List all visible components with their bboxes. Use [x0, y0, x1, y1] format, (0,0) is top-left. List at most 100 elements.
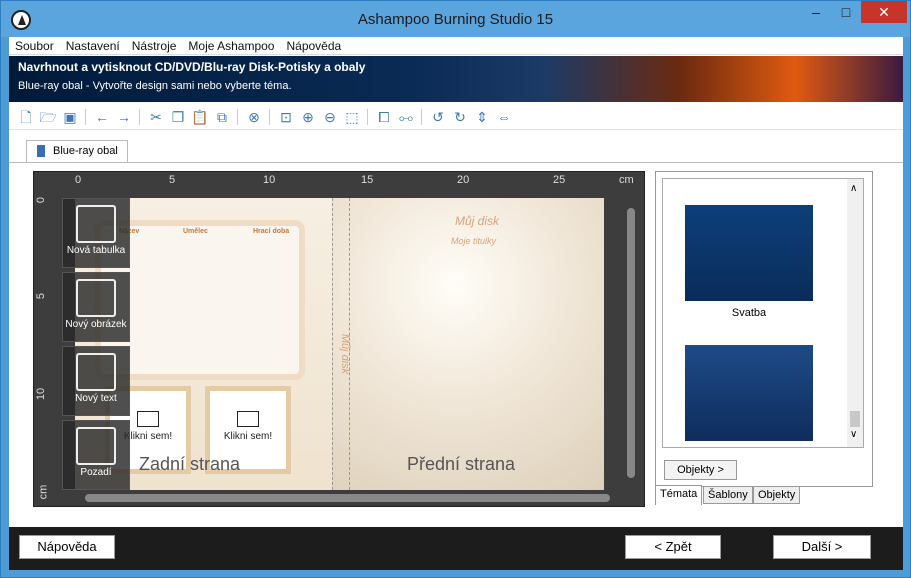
ruler-unit: cm	[37, 484, 50, 500]
send-back-icon[interactable]: ⧟	[397, 108, 415, 126]
rotate-right-icon[interactable]: ↻	[451, 108, 469, 126]
ruler-tick: 20	[457, 174, 470, 186]
background-tool[interactable]: Pozadí	[62, 420, 130, 490]
panel-tabs: Témata Šablony Objekty	[655, 485, 873, 506]
menu-nastroje[interactable]: Nástroje	[126, 37, 183, 53]
toolbar-separator	[139, 109, 140, 125]
theme-thumbnail-wedding[interactable]	[685, 205, 813, 301]
objects-button[interactable]: Objekty >	[664, 460, 737, 480]
theme-thumbnail-christmas[interactable]	[685, 345, 813, 441]
photo-placeholder-1-label: Klikni sem!	[123, 431, 173, 442]
main-content: 0 5 10 15 20 25 cm 0 5 10 cm Umělec Hrac…	[9, 162, 903, 520]
toolbar: 🗋 🗁 ▣ ← → ✂ ❐ 📋 ⧉ ⊗ ⊡ ⊕ ⊖ ⬚ ⧠ ⧟ ↺ ↻ ⇕ ⇔	[9, 104, 903, 130]
toolbar-separator	[237, 109, 238, 125]
menu-bar: Soubor Nastavení Nástroje Moje Ashampoo Nápo…	[9, 37, 903, 55]
tab-blueray-cover[interactable]: Blue-ray obal	[26, 140, 128, 162]
front-title-text[interactable]: Můj disk	[455, 214, 499, 228]
scroll-up-icon[interactable]: ∧	[850, 183, 857, 194]
toolbar-separator	[269, 109, 270, 125]
undo-arrow-icon[interactable]: ←	[93, 108, 111, 126]
copy-icon[interactable]: ❐	[169, 108, 187, 126]
flip-vertical-icon[interactable]: ⇕	[473, 108, 491, 126]
window-title: Ashampoo Burning Studio 15	[357, 11, 554, 28]
canvas-vertical-scrollbar[interactable]	[625, 198, 637, 488]
new-image-label: Nový obrázek	[65, 319, 127, 330]
column-header-duration: Hrací doba	[253, 228, 290, 235]
ruler-tick: 0	[75, 174, 82, 186]
flip-horizontal-icon[interactable]: ⇔	[495, 108, 513, 126]
zoom-out-icon[interactable]: ⊖	[321, 108, 339, 126]
new-icon[interactable]: 🗋	[17, 108, 35, 126]
help-button[interactable]: Nápověda	[19, 535, 115, 559]
bluray-case-icon	[37, 145, 45, 157]
zoom-fit-icon[interactable]: ⊡	[277, 108, 295, 126]
ruler-tick: 5	[169, 174, 176, 186]
ruler-tick: 0	[35, 196, 48, 204]
scroll-thumb[interactable]	[627, 208, 635, 478]
front-subtitle-text[interactable]: Moje titulky	[451, 236, 496, 246]
delete-icon[interactable]: ⊗	[245, 108, 263, 126]
themes-panel: Svatba ∧ ∨ Objekty >	[655, 171, 873, 487]
zoom-select-icon[interactable]: ⬚	[343, 108, 361, 126]
save-icon[interactable]: ▣	[61, 108, 79, 126]
tab-objects[interactable]: Objekty	[753, 486, 801, 504]
banner-subtitle: Blue-ray obal - Vytvořte design sami neb…	[18, 80, 292, 92]
tab-themes[interactable]: Témata	[655, 485, 703, 505]
back-button[interactable]: < Zpět	[625, 535, 721, 559]
toolbar-separator	[367, 109, 368, 125]
table-icon	[76, 205, 116, 243]
scroll-thumb[interactable]	[850, 411, 860, 427]
maximize-button[interactable]: □	[831, 1, 861, 23]
back-side-label: Zadní strana	[139, 454, 241, 474]
new-table-label: Nová tabulka	[66, 245, 126, 256]
ruler-horizontal: 0 5 10 15 20 25 cm	[55, 172, 635, 194]
canvas-horizontal-scrollbar[interactable]	[75, 492, 625, 504]
tab-blueray-cover-label: Blue-ray obal	[53, 145, 118, 157]
menu-soubor[interactable]: Soubor	[9, 37, 60, 53]
rotate-left-icon[interactable]: ↺	[429, 108, 447, 126]
toolbar-separator	[85, 109, 86, 125]
ruler-tick: 10	[35, 387, 48, 401]
new-text-tool[interactable]: Nový text	[62, 346, 130, 416]
spine-area[interactable]: Můj disk	[332, 198, 351, 490]
insert-tools: Nová tabulka Nový obrázek Nový text Poza…	[62, 198, 130, 494]
ruler-vertical: 0 5 10 cm	[34, 194, 54, 499]
theme-list-scrollbar[interactable]: ∧ ∨	[847, 179, 863, 447]
footer-bar: Nápověda < Zpět Další >	[9, 527, 903, 570]
scroll-thumb[interactable]	[85, 494, 610, 502]
open-icon[interactable]: 🗁	[39, 108, 57, 126]
menu-moje-ashampoo[interactable]: Moje Ashampoo	[182, 37, 280, 53]
paste-icon[interactable]: 📋	[191, 108, 209, 126]
ruler-unit: cm	[619, 174, 634, 186]
menu-nastaveni[interactable]: Nastavení	[60, 37, 126, 53]
menu-napoveda[interactable]: Nápověda	[280, 37, 347, 53]
duplicate-icon[interactable]: ⧉	[213, 108, 231, 126]
client-area: Soubor Nastavení Nástroje Moje Ashampoo Nápo…	[9, 37, 903, 570]
header-banner: Navrhnout a vytisknout CD/DVD/Blu-ray Di…	[9, 56, 903, 102]
redo-arrow-icon[interactable]: →	[115, 108, 133, 126]
zoom-in-icon[interactable]: ⊕	[299, 108, 317, 126]
document-tabs: Blue-ray obal	[9, 132, 903, 162]
column-header-artist: Umělec	[183, 228, 208, 235]
text-icon	[76, 353, 116, 391]
bring-front-icon[interactable]: ⧠	[375, 108, 393, 126]
close-button[interactable]: ✕	[861, 1, 907, 23]
cover-editor: 0 5 10 15 20 25 cm 0 5 10 cm Umělec Hrac…	[33, 171, 645, 507]
ruler-tick: 15	[361, 174, 374, 186]
tab-templates[interactable]: Šablony	[703, 486, 753, 504]
photo-placeholder-2-label: Klikni sem!	[223, 431, 273, 442]
new-image-tool[interactable]: Nový obrázek	[62, 272, 130, 342]
next-button[interactable]: Další >	[773, 535, 871, 559]
cover-canvas[interactable]: Název Umělec Hrací doba Klikni sem! Klik…	[75, 198, 604, 490]
scroll-down-icon[interactable]: ∨	[850, 429, 857, 440]
minimize-button[interactable]: –	[801, 1, 831, 23]
ruler-tick: 10	[263, 174, 276, 186]
cut-icon[interactable]: ✂	[147, 108, 165, 126]
app-window: Ashampoo Burning Studio 15 – □ ✕ Soubor N…	[0, 0, 911, 578]
background-label: Pozadí	[80, 467, 112, 478]
toolbar-separator	[421, 109, 422, 125]
image-placeholder-icon	[137, 411, 159, 427]
new-table-tool[interactable]: Nová tabulka	[62, 198, 130, 268]
spine-text[interactable]: Můj disk	[339, 334, 351, 374]
ruler-tick: 25	[553, 174, 566, 186]
